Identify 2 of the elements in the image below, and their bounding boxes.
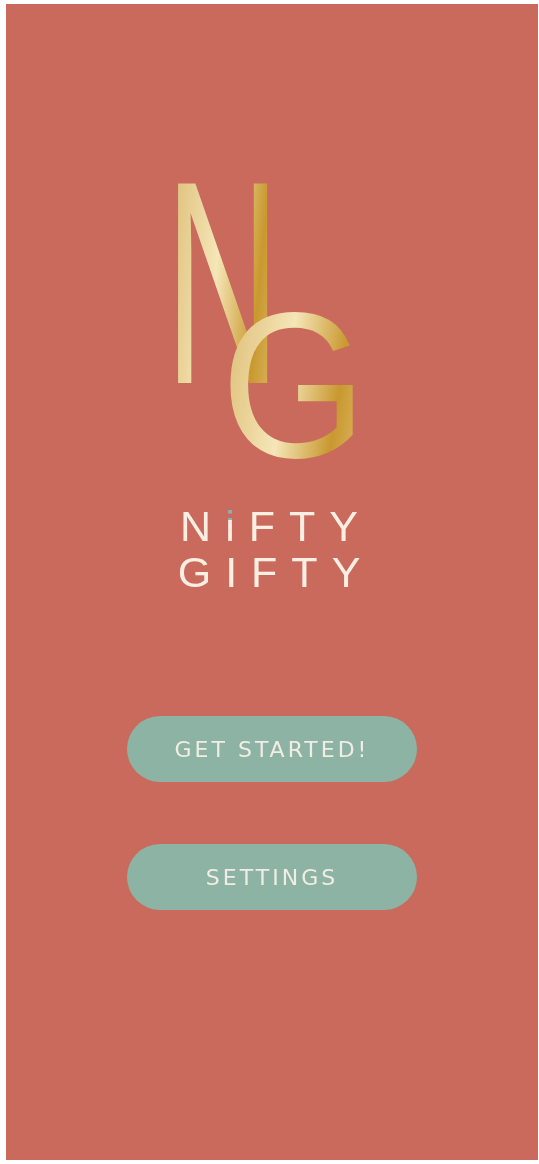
menu-button[interactable]: GET STARTED! [127, 716, 417, 782]
menu-button[interactable]: SETTINGS [127, 844, 417, 910]
